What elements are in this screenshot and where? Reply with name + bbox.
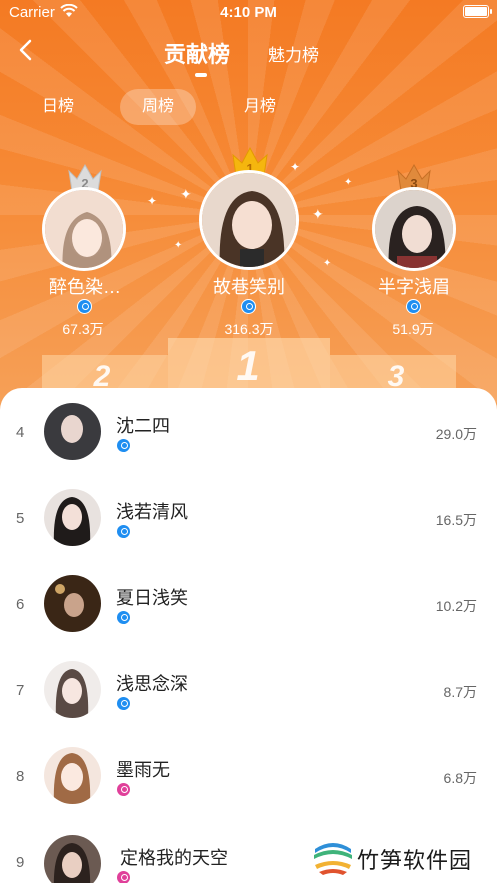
top-name-rank-1: 故巷笑别 [213, 277, 285, 297]
user-name: 夏日浅笑 [116, 588, 188, 608]
list-item[interactable]: 8 墨雨无 6.8万 [0, 732, 497, 818]
tab-contribution[interactable]: 贡献榜 [164, 37, 230, 69]
user-score: 29.0万 [435, 426, 477, 442]
avatar[interactable] [44, 403, 101, 460]
avatar[interactable] [44, 661, 101, 718]
rank-number: 8 [16, 768, 25, 785]
avatar-rank-2[interactable] [42, 187, 126, 271]
podium-number-1: 1 [236, 342, 260, 389]
list-item[interactable]: 6 夏日浅笑 10.2万 [0, 560, 497, 646]
female-badge-icon [116, 870, 131, 883]
header-background: Carrier 4:10 PM 贡献榜 魅力榜 日榜 周榜 月榜 ✦ ✦ ✦ ✦… [0, 0, 497, 420]
sparkle-icon: ✦ [290, 160, 301, 174]
user-name: 浅思念深 [116, 674, 188, 694]
avatar[interactable] [44, 575, 101, 632]
user-score: 16.5万 [435, 512, 477, 528]
period-daily[interactable]: 日榜 [20, 89, 96, 125]
user-score: 10.2万 [435, 598, 477, 614]
list-item[interactable]: 4 沈二四 29.0万 [0, 388, 497, 474]
rank-number: 6 [16, 596, 25, 613]
user-name: 定格我的天空 [120, 848, 228, 868]
verified-badge-icon [241, 299, 256, 314]
user-score: 8.7万 [443, 684, 477, 700]
user-score: 6.8万 [443, 770, 477, 786]
ranking-list: 4 沈二四 29.0万 5 浅若清风 16.5万 6 夏日浅笑 10.2万 7 … [0, 388, 497, 883]
tab-charm[interactable]: 魅力榜 [268, 41, 319, 66]
user-name: 沈二四 [116, 416, 170, 436]
sparkle-icon: ✦ [344, 177, 353, 188]
watermark: 竹笋软件园 [311, 835, 497, 883]
rank-number: 9 [16, 854, 25, 871]
top-score-rank-2: 67.3万 [62, 321, 104, 337]
sparkle-icon: ✦ [174, 240, 183, 251]
avatar[interactable] [44, 835, 101, 883]
period-weekly[interactable]: 周榜 [120, 89, 196, 125]
list-item[interactable]: 5 浅若清风 16.5万 [0, 474, 497, 560]
sparkle-icon: ✦ [312, 206, 324, 222]
rank-number: 5 [16, 510, 25, 527]
list-item[interactable]: 7 浅思念深 8.7万 [0, 646, 497, 732]
female-badge-icon [116, 782, 131, 797]
verified-badge-icon [77, 299, 92, 314]
avatar[interactable] [44, 489, 101, 546]
verified-badge-icon [116, 524, 131, 539]
verified-badge-icon [116, 610, 131, 625]
verified-badge-icon [116, 696, 131, 711]
user-name: 墨雨无 [116, 760, 170, 780]
avatar-rank-3[interactable] [372, 187, 456, 271]
verified-badge-icon [406, 299, 421, 314]
back-arrow-icon[interactable] [14, 38, 38, 62]
rank-number: 4 [16, 424, 25, 441]
active-tab-indicator [195, 73, 207, 77]
sparkle-icon: ✦ [147, 194, 158, 208]
battery-icon [463, 5, 492, 18]
top-score-rank-1: 316.3万 [224, 321, 274, 337]
watermark-logo-icon [313, 837, 353, 877]
status-bar: Carrier 4:10 PM [0, 0, 497, 26]
user-name: 浅若清风 [116, 502, 188, 522]
rank-number: 7 [16, 682, 25, 699]
clock: 4:10 PM [220, 4, 277, 21]
sparkle-icon: ✦ [180, 186, 192, 202]
top-name-rank-2: 醉色染… [49, 277, 121, 297]
top-score-rank-3: 51.9万 [392, 321, 434, 337]
sparkle-icon: ✦ [323, 258, 332, 269]
verified-badge-icon [116, 438, 131, 453]
top-name-rank-3: 半字浅眉 [378, 277, 450, 297]
avatar-rank-1[interactable] [199, 170, 299, 270]
period-monthly[interactable]: 月榜 [222, 89, 298, 125]
watermark-text: 竹笋软件园 [357, 848, 473, 873]
avatar[interactable] [44, 747, 101, 804]
